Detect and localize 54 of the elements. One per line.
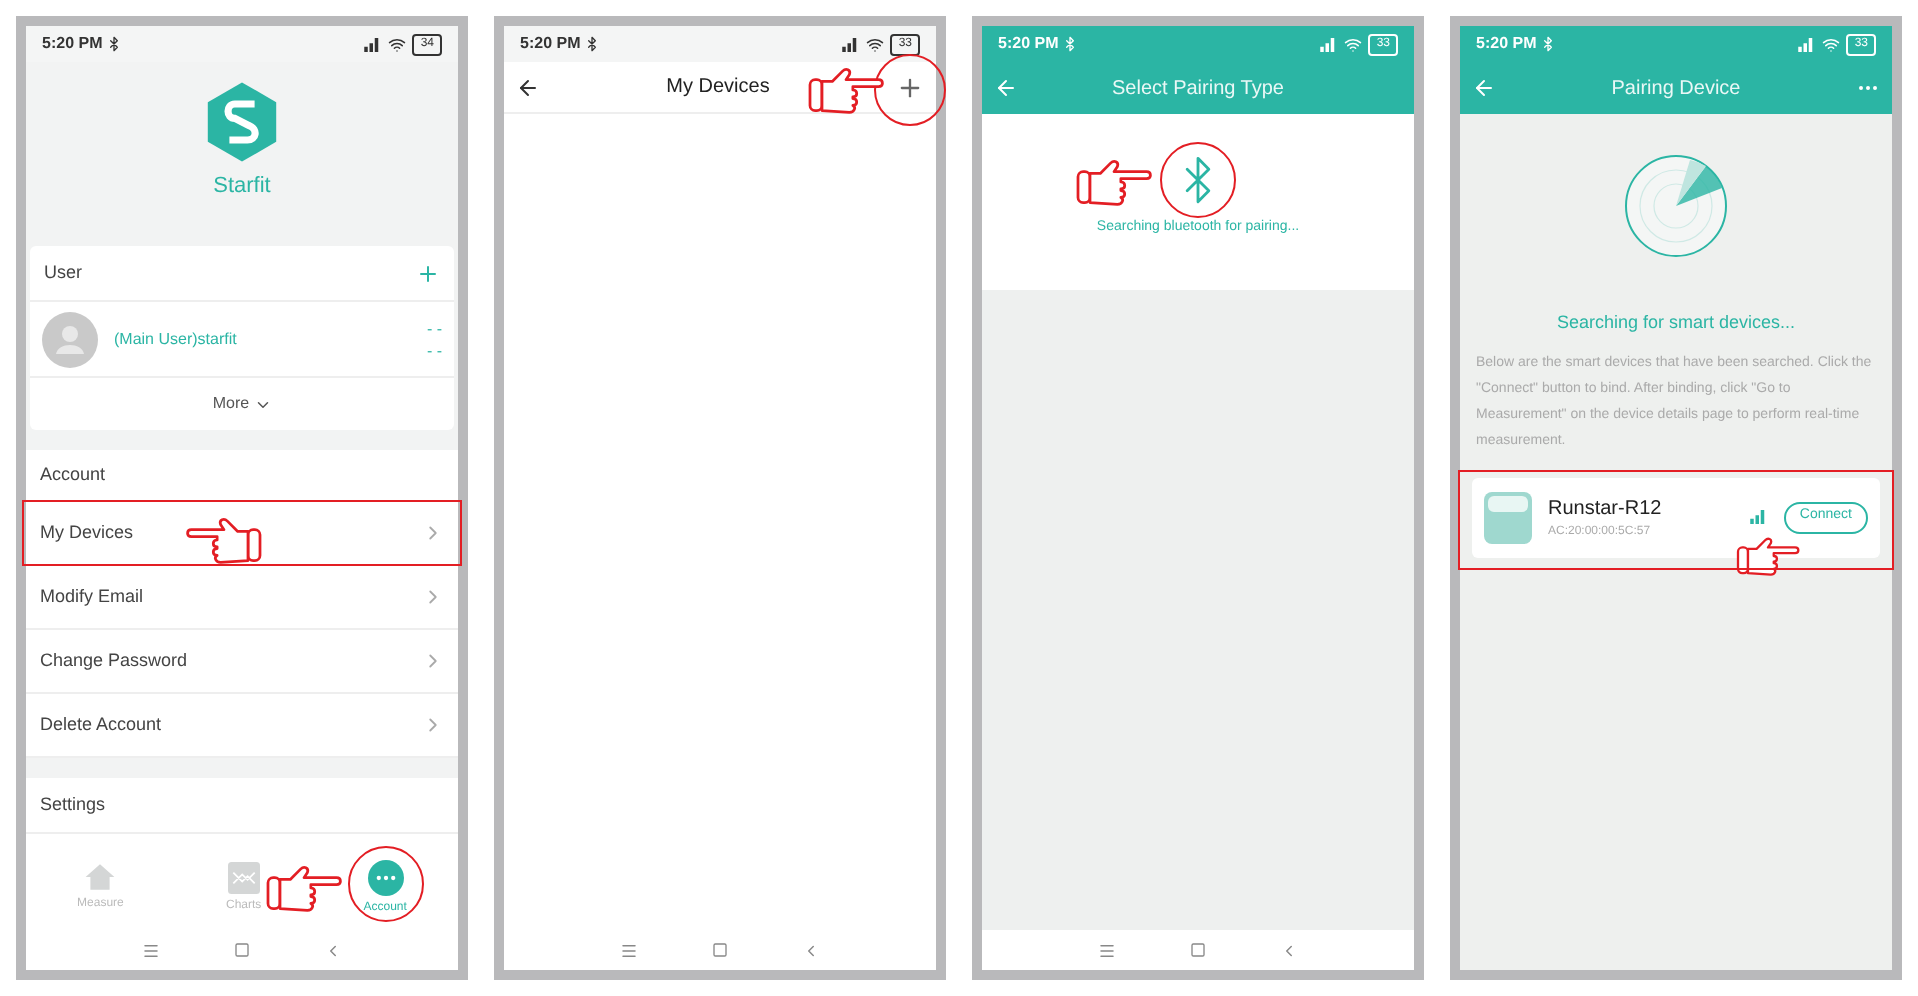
menu-icon[interactable] [142, 941, 161, 959]
status-time: 5:20 PM [42, 32, 103, 56]
section-title: Account [40, 461, 106, 488]
pointing-hand-icon [1072, 158, 1156, 206]
header-title: Pairing Device [1611, 75, 1741, 103]
status-time: 5:20 PM [520, 32, 581, 56]
home-icon[interactable] [233, 942, 250, 958]
house-icon [84, 862, 117, 892]
pointing-hand-icon [263, 863, 344, 911]
status-time: 5:20 PM [998, 32, 1059, 56]
user-reading: - - [426, 339, 442, 361]
home-icon[interactable] [711, 942, 728, 958]
bluetooth-icon [1540, 36, 1557, 52]
menu-item[interactable]: Change Password [26, 630, 458, 694]
add-icon[interactable] [896, 73, 924, 101]
radar-drawing [1624, 154, 1728, 258]
search-heading: Searching for smart devices... [1556, 310, 1796, 336]
device-name: Runstar-R12 [1548, 495, 1664, 523]
menu-item[interactable]: Modify Email [26, 566, 458, 630]
bluetooth-icon [106, 36, 123, 52]
menu-item[interactable]: My Devices [26, 502, 458, 566]
back-arrow-icon[interactable] [516, 75, 540, 99]
signal-icon [364, 37, 383, 51]
more-dots-icon [367, 859, 404, 895]
menu-icon[interactable] [1098, 941, 1117, 959]
pointing-hand-icon [1732, 535, 1804, 575]
chart-icon [227, 861, 260, 893]
status-time: 5:20 PM [1476, 32, 1537, 56]
user-name: (Main User)starfit [114, 327, 239, 351]
more-button[interactable]: More [30, 378, 454, 430]
bluetooth-icon [1062, 36, 1079, 52]
menu-icon[interactable] [620, 941, 639, 959]
pointing-hand-icon [182, 516, 266, 564]
wifi-icon [1344, 35, 1363, 53]
signal-icon [842, 37, 861, 51]
home-icon[interactable] [1189, 942, 1206, 958]
user-reading: - - [426, 317, 442, 339]
add-icon[interactable] [416, 261, 440, 285]
wifi-icon [388, 35, 407, 53]
avatar-icon [42, 311, 98, 367]
app-name: Starfit [213, 172, 271, 202]
section-title: Settings [40, 791, 106, 818]
scale-icon [1484, 491, 1532, 543]
app-logo [206, 82, 278, 162]
wifi-icon [866, 35, 885, 53]
wifi-icon [1822, 35, 1841, 53]
signal-icon [1749, 510, 1768, 524]
header-title: My Devices [666, 74, 770, 102]
header-title: Select Pairing Type [1112, 75, 1284, 103]
section-title: User [44, 259, 83, 286]
signal-icon [1798, 37, 1817, 51]
bluetooth-icon [584, 36, 601, 52]
signal-icon [1320, 37, 1339, 51]
menu-item[interactable]: Delete Account [26, 694, 458, 758]
